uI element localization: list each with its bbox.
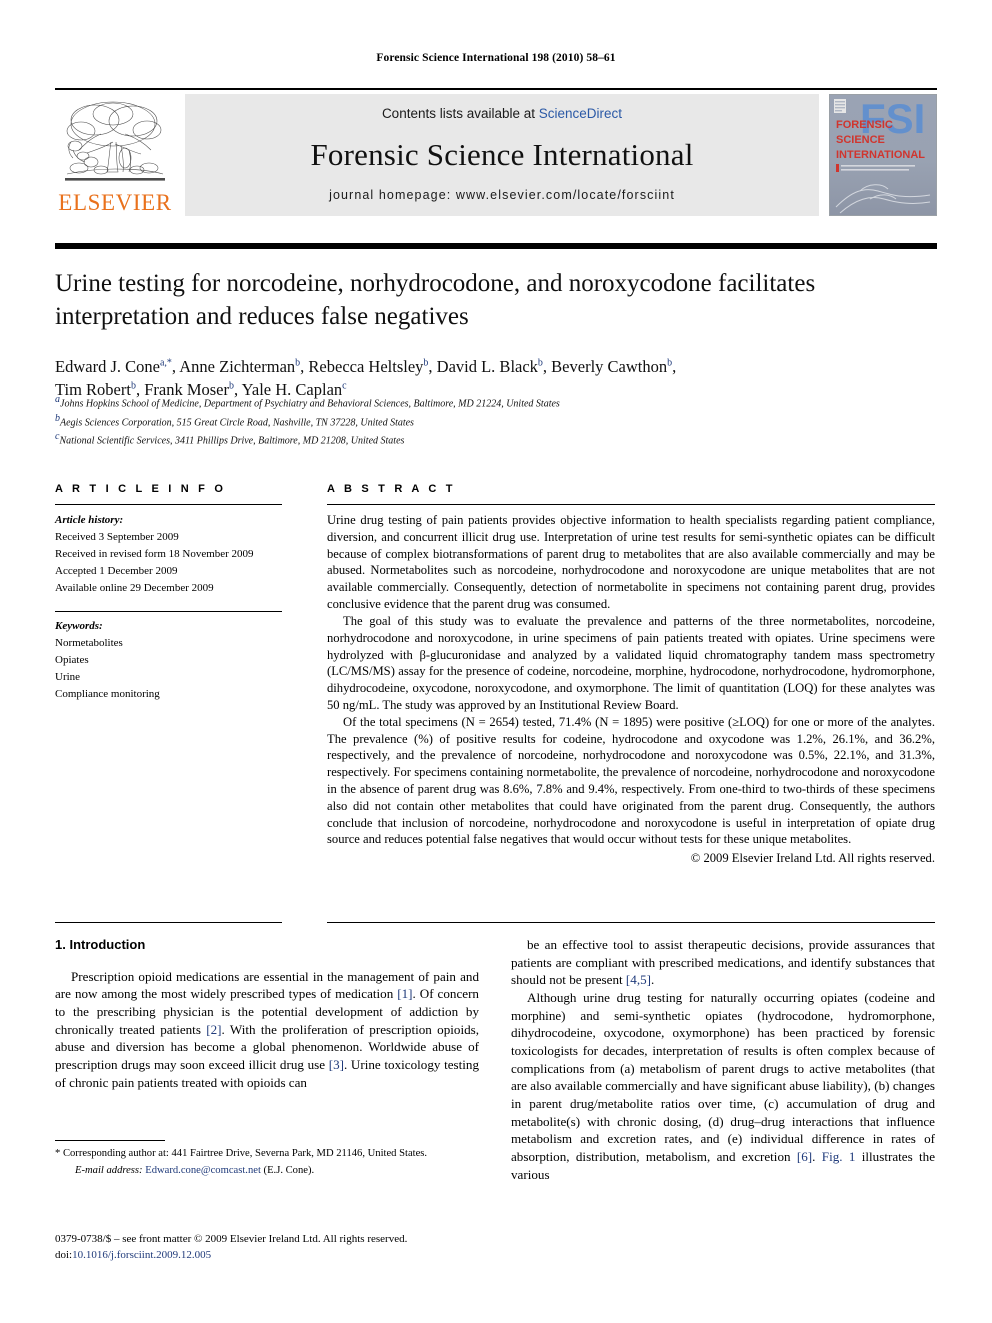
elsevier-tree-icon xyxy=(65,101,165,181)
citation-link[interactable]: Fig. 1 xyxy=(822,1149,856,1164)
article-info-bottom-rule xyxy=(55,922,282,923)
doi-label: doi: xyxy=(55,1248,73,1261)
author-affiliation-mark: b xyxy=(537,357,543,369)
citation-link[interactable]: [2] xyxy=(206,1022,221,1037)
author-name: Edward J. Cone xyxy=(55,357,160,376)
svg-text:SCIENCE: SCIENCE xyxy=(836,134,885,146)
abstract-paragraph: Urine drug testing of pain patients prov… xyxy=(327,513,935,612)
author-affiliation-mark: b xyxy=(423,357,429,369)
affiliation-item: cNational Scientific Services, 3411 Phil… xyxy=(55,430,935,449)
keywords-label: Keywords: xyxy=(55,620,103,633)
affiliation-item: aJohns Hopkins School of Medicine, Depar… xyxy=(55,393,935,412)
abstract-paragraph: Of the total specimens (N = 2654) tested… xyxy=(327,714,935,847)
author-affiliation-mark: a,* xyxy=(159,357,172,369)
article-info-column: Article history: Received 3 September 20… xyxy=(55,512,285,703)
article-history-item: Received in revised form 18 November 200… xyxy=(55,548,254,561)
footnote-rule xyxy=(55,1140,165,1141)
keyword-item: Opiates xyxy=(55,654,89,667)
author-affiliation-mark: c xyxy=(342,380,347,392)
author-name: Beverly Cawthon xyxy=(551,357,668,376)
issn-frontmatter-line: 0379-0738/$ – see front matter © 2009 El… xyxy=(55,1233,408,1245)
abstract-rule xyxy=(327,504,935,505)
affiliation-list: aJohns Hopkins School of Medicine, Depar… xyxy=(55,393,935,449)
abstract-copyright: © 2009 Elsevier Ireland Ltd. All rights … xyxy=(690,851,935,866)
article-info-heading: A R T I C L E I N F O xyxy=(55,483,227,495)
affiliation-item: bAegis Sciences Corporation, 515 Great C… xyxy=(55,412,935,431)
contents-prefix: Contents lists available at xyxy=(381,106,539,121)
citation-link[interactable]: [4,5] xyxy=(626,972,651,987)
abstract-paragraph: The goal of this study was to evaluate t… xyxy=(327,613,935,712)
body-column-left: 1. Introduction Prescription opioid medi… xyxy=(55,936,479,1091)
email-note: E-mail address: Edward.cone@comcast.net … xyxy=(55,1163,479,1178)
citation-link[interactable]: [6] xyxy=(797,1149,812,1164)
corresponding-author-note: * Corresponding author at: 441 Fairtree … xyxy=(55,1148,428,1159)
article-history-item: Received 3 September 2009 xyxy=(55,531,179,544)
affiliation-text: National Scientific Services, 3411 Phill… xyxy=(59,435,405,447)
introduction-paragraph-continued: be an effective tool to assist therapeut… xyxy=(511,937,935,988)
article-info-rule xyxy=(55,504,282,505)
contents-available-line: Contents lists available at ScienceDirec… xyxy=(382,106,622,121)
author-name: David L. Black xyxy=(436,357,538,376)
elsevier-wordmark: ELSEVIER xyxy=(58,190,172,215)
author-affiliation-mark: b xyxy=(667,357,673,369)
keyword-item: Urine xyxy=(55,671,81,684)
section-heading-introduction: 1. Introduction xyxy=(55,937,146,952)
sciencedirect-link[interactable]: ScienceDirect xyxy=(539,106,622,121)
body-column-right: be an effective tool to assist therapeut… xyxy=(511,936,935,1183)
svg-text:FORENSIC: FORENSIC xyxy=(836,119,893,131)
author-affiliation-mark: b xyxy=(228,380,234,392)
journal-article-page: Forensic Science International 198 (2010… xyxy=(0,0,992,1323)
article-info-separator xyxy=(55,611,282,613)
author-affiliation-mark: b xyxy=(295,357,301,369)
journal-cover-thumbnail: FSI FORENSIC SCIENCE INTERNATIONAL xyxy=(829,94,937,216)
email-label: E-mail address: xyxy=(75,1165,143,1177)
author-affiliation-mark: b xyxy=(130,380,136,392)
doi-link[interactable]: 10.1016/j.forsciint.2009.12.005 xyxy=(72,1249,211,1261)
affiliation-text: Johns Hopkins School of Medicine, Depart… xyxy=(60,398,560,410)
abstract-column: Urine drug testing of pain patients prov… xyxy=(327,512,935,867)
journal-homepage-line[interactable]: journal homepage: www.elsevier.com/locat… xyxy=(329,188,675,202)
email-suffix: (E.J. Cone). xyxy=(263,1165,315,1177)
author-name: Rebecca Heltsley xyxy=(308,357,424,376)
article-history-item: Available online 29 December 2009 xyxy=(55,582,214,595)
footnote-block: * Corresponding author at: 441 Fairtree … xyxy=(55,1140,479,1179)
article-history-label: Article history: xyxy=(55,514,124,526)
journal-title: Forensic Science International xyxy=(310,136,694,172)
keyword-item: Compliance monitoring xyxy=(55,688,160,701)
svg-text:INTERNATIONAL: INTERNATIONAL xyxy=(836,149,925,161)
email-link[interactable]: Edward.cone@comcast.net xyxy=(145,1165,261,1176)
journal-masthead: ELSEVIER Contents lists available at Sci… xyxy=(55,88,937,216)
abstract-bottom-rule xyxy=(327,922,935,923)
introduction-paragraph: Although urine drug testing for naturall… xyxy=(511,990,936,1182)
citation-link[interactable]: [3] xyxy=(329,1057,344,1072)
abstract-heading: A B S T R A C T xyxy=(327,483,456,495)
elsevier-logo: ELSEVIER xyxy=(55,94,175,216)
doi-line: doi:10.1016/j.forsciint.2009.12.005 xyxy=(55,1248,485,1264)
author-line-1: Edward J. Conea,*, Anne Zichtermanb, Reb… xyxy=(55,357,677,376)
journal-band: Contents lists available at ScienceDirec… xyxy=(185,94,819,216)
article-title: Urine testing for norcodeine, norhydroco… xyxy=(55,270,816,330)
imprint-block: 0379-0738/$ – see front matter © 2009 El… xyxy=(55,1232,485,1264)
author-name: Anne Zichterman xyxy=(179,357,296,376)
affiliation-text: Aegis Sciences Corporation, 515 Great Ci… xyxy=(60,416,414,428)
article-history-item: Accepted 1 December 2009 xyxy=(55,565,178,578)
masthead-bottom-rule xyxy=(55,243,937,249)
running-head: Forensic Science International 198 (2010… xyxy=(376,52,616,64)
introduction-paragraph: Prescription opioid medications are esse… xyxy=(55,968,479,1090)
keyword-item: Normetabolites xyxy=(55,637,123,650)
citation-link[interactable]: [1] xyxy=(397,986,412,1001)
